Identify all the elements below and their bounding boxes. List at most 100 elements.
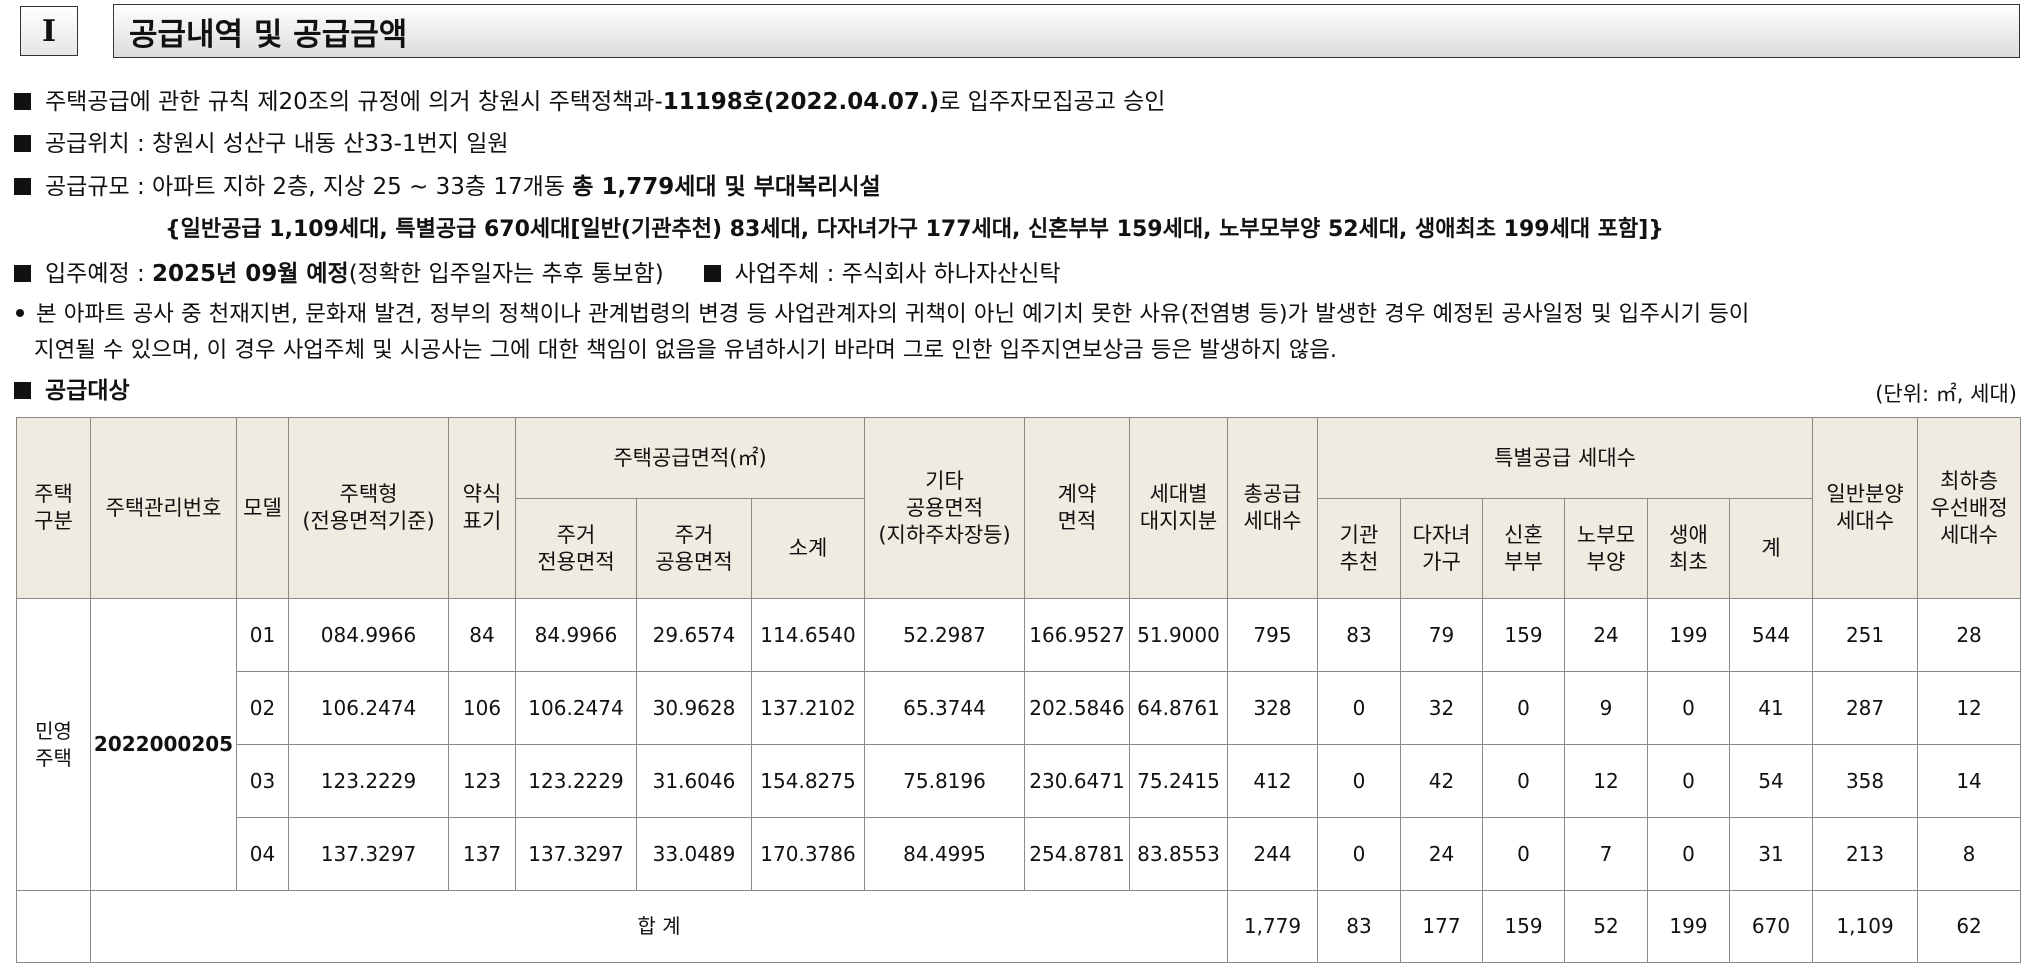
cell-general: 287 <box>1812 671 1919 745</box>
cell-lowest: 12 <box>1917 671 2022 745</box>
cell-abbr: 106 <box>448 671 516 745</box>
header-sum: 계 <box>1728 498 1814 599</box>
cell-total: 1,779 <box>1227 890 1318 963</box>
cell-total: 328 <box>1227 671 1318 745</box>
header-land: 세대별 대지지분 <box>1129 417 1228 599</box>
header-lowest: 최하층 우선배정 세대수 <box>1917 417 2022 599</box>
cell-land: 51.9000 <box>1129 598 1228 672</box>
cell-sum: 31 <box>1728 817 1814 891</box>
cell-multi: 177 <box>1400 890 1483 963</box>
header-housing-type: 주택 구분 <box>16 417 91 599</box>
dot-bullet-icon <box>16 309 24 317</box>
cell-multi: 42 <box>1400 744 1483 818</box>
cell-inst: 83 <box>1317 890 1401 963</box>
cell-newlywed: 159 <box>1482 598 1565 672</box>
cell-lowest: 28 <box>1917 598 2022 672</box>
header-total-supply: 총공급 세대수 <box>1227 417 1318 599</box>
notice-move-in: 입주예정 : 2025년 09월 예정(정확한 입주일자는 추후 통보함) 사업주… <box>14 259 1061 289</box>
cell-other: 75.8196 <box>864 744 1025 818</box>
table-total-row: 합 계 1,779 83 177 159 52 199 670 1,109 62 <box>16 890 2022 963</box>
square-bullet-icon <box>14 178 31 195</box>
cell-elderly: 24 <box>1564 598 1648 672</box>
cell-first: 0 <box>1647 671 1730 745</box>
cell-total: 244 <box>1227 817 1318 891</box>
cell-mgmt-no: 2022000205 <box>90 598 237 891</box>
cell-sum: 54 <box>1728 744 1814 818</box>
notice-text: 공급규모 : 아파트 지하 2층, 지상 25 ~ 33층 17개동 <box>45 174 573 200</box>
table-row: 03 123.2229 123 123.2229 31.6046 154.827… <box>17 744 2022 818</box>
cell-sum: 41 <box>1728 671 1814 745</box>
cell-elderly: 52 <box>1564 890 1648 963</box>
notice-emphasis: 총 1,779세대 및 부대복리시설 <box>572 174 881 200</box>
notice-text: 공급위치 : 창원시 성산구 내동 산33-1번지 일원 <box>45 131 509 157</box>
cell-multi: 32 <box>1400 671 1483 745</box>
section-number: I <box>20 6 78 56</box>
cell-type: 084.9966 <box>288 598 449 672</box>
cell-common: 33.0489 <box>636 817 752 891</box>
cell-newlywed: 0 <box>1482 671 1565 745</box>
header-exclusive: 주거 전용면적 <box>515 498 637 599</box>
cell-blank <box>16 890 91 963</box>
unit-label: (단위: ㎡, 세대) <box>1875 382 2017 406</box>
cell-first: 199 <box>1647 598 1730 672</box>
cell-exclusive: 123.2229 <box>515 744 637 818</box>
notice-text: 본 아파트 공사 중 천재지변, 문화재 발견, 정부의 정책이나 관계법령의 … <box>36 301 1750 327</box>
cell-newlywed: 0 <box>1482 744 1565 818</box>
cell-other: 52.2987 <box>864 598 1025 672</box>
header-general: 일반분양 세대수 <box>1812 417 1919 599</box>
table-row: 02 106.2474 106 106.2474 30.9628 137.210… <box>17 671 2022 745</box>
square-bullet-icon <box>14 265 31 282</box>
cell-subtotal: 154.8275 <box>751 744 865 818</box>
header-multi: 다자녀 가구 <box>1400 498 1483 599</box>
supply-table: 주택 구분 주택관리번호 모델 주택형 (전용면적기준) 약식 표기 주택공급면… <box>16 417 2022 963</box>
cell-model: 01 <box>236 598 289 672</box>
cell-inst: 0 <box>1317 744 1401 818</box>
cell-lowest: 62 <box>1917 890 2022 963</box>
square-bullet-icon <box>703 265 721 282</box>
cell-total: 412 <box>1227 744 1318 818</box>
cell-elderly: 12 <box>1564 744 1648 818</box>
cell-exclusive: 84.9966 <box>515 598 637 672</box>
header-first: 생애 최초 <box>1647 498 1730 599</box>
cell-multi: 24 <box>1400 817 1483 891</box>
cell-other: 84.4995 <box>864 817 1025 891</box>
cell-other: 65.3744 <box>864 671 1025 745</box>
notice-text: 로 입주자모집공고 승인 <box>939 89 1166 115</box>
cell-exclusive: 137.3297 <box>515 817 637 891</box>
cell-model: 03 <box>236 744 289 818</box>
cell-abbr: 137 <box>448 817 516 891</box>
cell-first: 199 <box>1647 890 1730 963</box>
cell-general: 358 <box>1812 744 1919 818</box>
cell-total: 795 <box>1227 598 1318 672</box>
header-mgmt-no: 주택관리번호 <box>90 417 237 599</box>
cell-inst: 83 <box>1317 598 1401 672</box>
cell-general: 213 <box>1812 817 1919 891</box>
square-bullet-icon <box>14 382 31 399</box>
header-other-common: 기타 공용면적 (지하주차장등) <box>864 417 1025 599</box>
cell-type: 106.2474 <box>288 671 449 745</box>
cell-subtotal: 114.6540 <box>751 598 865 672</box>
cell-model: 02 <box>236 671 289 745</box>
cell-subtotal: 170.3786 <box>751 817 865 891</box>
cell-land: 75.2415 <box>1129 744 1228 818</box>
cell-newlywed: 0 <box>1482 817 1565 891</box>
square-bullet-icon <box>14 135 31 152</box>
header-inst: 기관 추천 <box>1317 498 1401 599</box>
cell-elderly: 9 <box>1564 671 1648 745</box>
cell-first: 0 <box>1647 817 1730 891</box>
notice-text: 주택공급에 관한 규칙 제20조의 규정에 의거 창원시 주택정책과- <box>45 89 663 115</box>
section-title: 공급내역 및 공급금액 <box>113 4 2020 58</box>
cell-inst: 0 <box>1317 817 1401 891</box>
notice-scale-detail: {일반공급 1,109세대, 특별공급 670세대[일반(기관추천) 83세대,… <box>165 217 1664 242</box>
cell-inst: 0 <box>1317 671 1401 745</box>
cell-general: 251 <box>1812 598 1919 672</box>
header-special: 특별공급 세대수 <box>1316 417 1814 499</box>
notice-emphasis: 2025년 09월 예정 <box>152 261 349 287</box>
header-supply-area: 주택공급면적(㎡) <box>515 417 865 499</box>
header-common: 주거 공용면적 <box>636 498 752 599</box>
header-house-type: 주택형 (전용면적기준) <box>288 417 449 599</box>
cell-model: 04 <box>236 817 289 891</box>
cell-abbr: 84 <box>448 598 516 672</box>
cell-type: 123.2229 <box>288 744 449 818</box>
notice-text: (정확한 입주일자는 추후 통보함) <box>348 261 664 287</box>
